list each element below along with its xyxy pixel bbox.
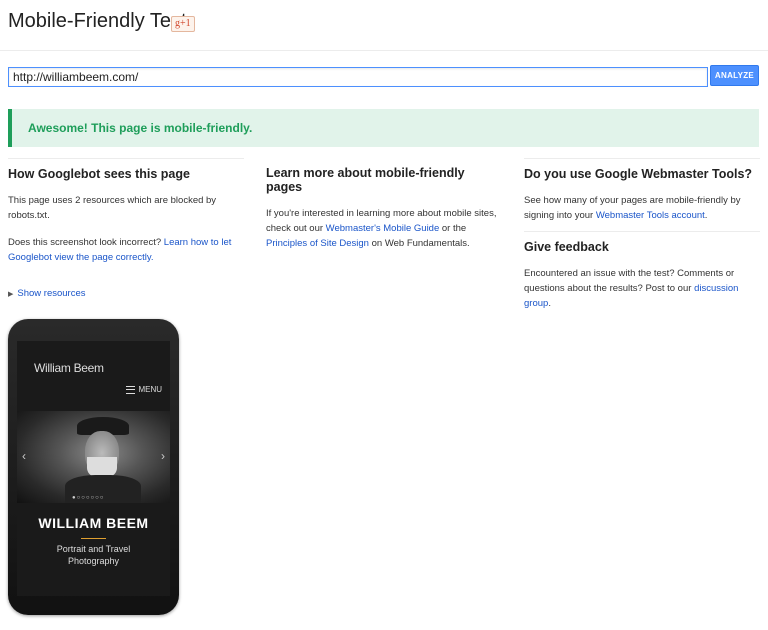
incorrect-screenshot-text: Does this screenshot look incorrect? Lea… (8, 235, 244, 265)
phone-preview: William Beem MENU ‹ › ●○○○○○○ WILLIAM BE… (8, 319, 179, 615)
gplus-button[interactable]: g+1 (171, 16, 195, 32)
site-name: William Beem (34, 361, 104, 375)
webmaster-tools-section: Do you use Google Webmaster Tools? See h… (524, 158, 760, 311)
mobile-guide-link[interactable]: Webmaster's Mobile Guide (326, 223, 440, 234)
webmaster-tools-text: See how many of your pages are mobile-fr… (524, 193, 760, 223)
feedback-text: Encountered an issue with the test? Comm… (524, 266, 760, 311)
learn-text-3: on Web Fundamentals. (368, 238, 470, 249)
hero-photo: ‹ › ●○○○○○○ (17, 411, 170, 503)
feedback-heading: Give feedback (524, 240, 609, 254)
hero-name: WILLIAM BEEM (38, 515, 149, 531)
url-input[interactable] (8, 67, 708, 87)
analyze-button[interactable]: ANALYZE (710, 65, 759, 86)
incorrect-screenshot-question: Does this screenshot look incorrect? (8, 237, 164, 248)
result-message: Awesome! This page is mobile-friendly. (28, 121, 253, 135)
blocked-resources-text: This page uses 2 resources which are blo… (8, 195, 217, 221)
site-design-link[interactable]: Principles of Site Design (266, 238, 369, 249)
show-resources-toggle[interactable]: ▶ Show resources (8, 283, 244, 301)
triangle-right-icon: ▶ (8, 291, 14, 298)
feedback-text-2: . (548, 298, 551, 309)
phone-screen: William Beem MENU ‹ › ●○○○○○○ WILLIAM BE… (17, 341, 170, 596)
show-resources-label: Show resources (17, 288, 86, 299)
learn-text-2: or the (439, 223, 467, 234)
page-header: Mobile-Friendly Test g+1 (0, 0, 768, 51)
page-title: Mobile-Friendly Test (8, 10, 187, 32)
wmt-text-2: . (704, 210, 708, 221)
menu-button: MENU (126, 385, 162, 394)
googlebot-heading: How Googlebot sees this page (8, 167, 190, 181)
webmaster-tools-link[interactable]: Webmaster Tools account (596, 210, 705, 221)
chevron-right-icon: › (161, 449, 165, 463)
hero-rule (81, 538, 106, 539)
chevron-left-icon: ‹ (22, 449, 26, 463)
menu-label: MENU (138, 385, 162, 394)
tagline-line-1: Portrait and Travel (56, 544, 131, 554)
googlebot-section: How Googlebot sees this page This page u… (8, 158, 244, 301)
tagline-line-2: Photography (67, 556, 120, 566)
learn-more-section: Learn more about mobile-friendly pages I… (266, 158, 502, 251)
hamburger-icon (126, 385, 136, 394)
carousel-dots: ●○○○○○○ (72, 495, 105, 501)
learn-more-heading: Learn more about mobile-friendly pages (266, 166, 465, 194)
webmaster-tools-heading: Do you use Google Webmaster Tools? (524, 167, 753, 181)
result-banner: Awesome! This page is mobile-friendly. (8, 109, 759, 147)
learn-more-text: If you're interested in learning more ab… (266, 206, 502, 251)
hero-tagline: Portrait and Travel Photography (17, 543, 170, 567)
